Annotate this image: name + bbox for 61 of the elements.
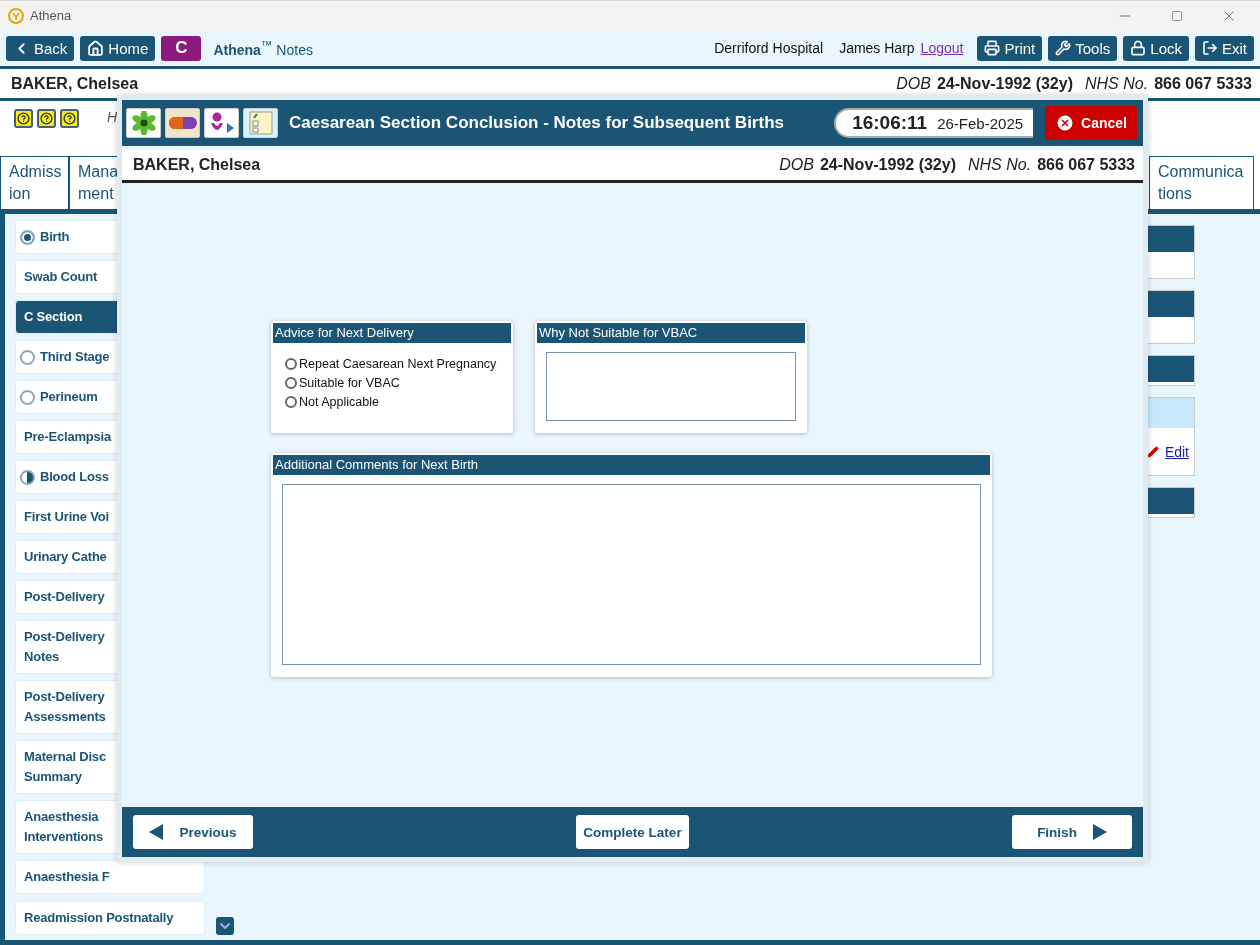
previous-button[interactable]: Previous	[133, 815, 253, 849]
radio-icon[interactable]	[285, 358, 297, 370]
logout-link[interactable]: Logout	[920, 40, 964, 56]
home-button[interactable]: Home	[80, 35, 156, 61]
card-title: Advice for Next Delivery	[273, 323, 511, 343]
left-triangle-icon	[149, 824, 164, 840]
help-icon[interactable]	[14, 109, 33, 128]
nhs-number: 866 067 5333	[1154, 74, 1252, 93]
app-logo-icon	[8, 7, 24, 24]
dialog-title: Caesarean Section Conclusion - Notes for Subsequent Births	[289, 113, 785, 133]
tab[interactable]: Admiss ion	[0, 156, 69, 209]
cancel-button[interactable]: Cancel	[1045, 106, 1137, 140]
exit-button[interactable]: Exit	[1195, 35, 1254, 61]
card-title: Why Not Suitable for VBAC	[537, 323, 805, 343]
help-icon[interactable]	[37, 109, 56, 128]
printer-icon	[984, 40, 1001, 56]
home-icon	[87, 39, 105, 57]
pencil-icon	[1146, 445, 1159, 458]
wrench-icon	[1055, 40, 1072, 56]
dob-label: DOB	[896, 74, 931, 93]
app-name: Athena$^{™}$ Notes	[213, 38, 314, 58]
card-title: Additional Comments for Next Birth	[273, 455, 990, 475]
complete-later-button[interactable]: Complete Later	[576, 815, 689, 849]
capsule-icon[interactable]	[165, 108, 200, 138]
patient-name: BAKER, Chelsea	[133, 156, 262, 174]
radio-icon[interactable]	[285, 377, 297, 389]
date-text: 26-Feb-2025	[937, 114, 1024, 132]
dob-value: 24-Nov-1992 (32y)	[819, 156, 956, 174]
app-badge[interactable]: C	[161, 35, 202, 61]
tools-button[interactable]: Tools	[1048, 35, 1118, 61]
finish-button[interactable]: Finish	[1012, 815, 1132, 849]
exit-icon	[1202, 40, 1218, 56]
radio-option[interactable]: Repeat Caesarean Next Pregnancy	[285, 357, 503, 371]
back-button[interactable]: Back	[6, 35, 75, 61]
dob-label: DOB	[779, 156, 814, 174]
reason-text-area[interactable]	[546, 352, 796, 421]
hospital-name: Derriford Hospital	[714, 40, 824, 56]
flower-icon[interactable]	[126, 108, 161, 138]
user-name: James Harp	[839, 40, 915, 56]
help-icon[interactable]	[60, 109, 79, 128]
help-text: H	[107, 109, 118, 125]
tab[interactable]: Communica tions	[1149, 156, 1254, 209]
patient-name: BAKER, Chelsea	[11, 74, 140, 93]
nhs-number: 866 067 5333	[1037, 156, 1135, 174]
radio-option[interactable]: Not Applicable	[285, 395, 503, 409]
close-circle-icon	[1055, 113, 1076, 133]
right-triangle-icon	[1092, 824, 1107, 840]
edit-link[interactable]: Edit	[1164, 443, 1189, 460]
lock-icon	[1130, 40, 1147, 56]
sidebar-item[interactable]: Readmission Postnatally	[15, 901, 205, 935]
radio-option[interactable]: Suitable for VBAC	[285, 376, 503, 390]
lock-button[interactable]: Lock	[1123, 35, 1189, 61]
print-button[interactable]: Print	[977, 35, 1043, 61]
radio-icon[interactable]	[285, 396, 297, 408]
time-text: 16:06:11	[852, 112, 928, 134]
nhs-label: NHS No.	[1085, 74, 1149, 93]
window-title: Athena	[30, 8, 73, 23]
dob-value: 24-Nov-1992 (32y)	[936, 74, 1073, 93]
scroll-down-button[interactable]	[216, 917, 234, 935]
sidebar-item[interactable]: Anaesthesia F	[15, 860, 205, 894]
nhs-label: NHS No.	[968, 156, 1032, 174]
